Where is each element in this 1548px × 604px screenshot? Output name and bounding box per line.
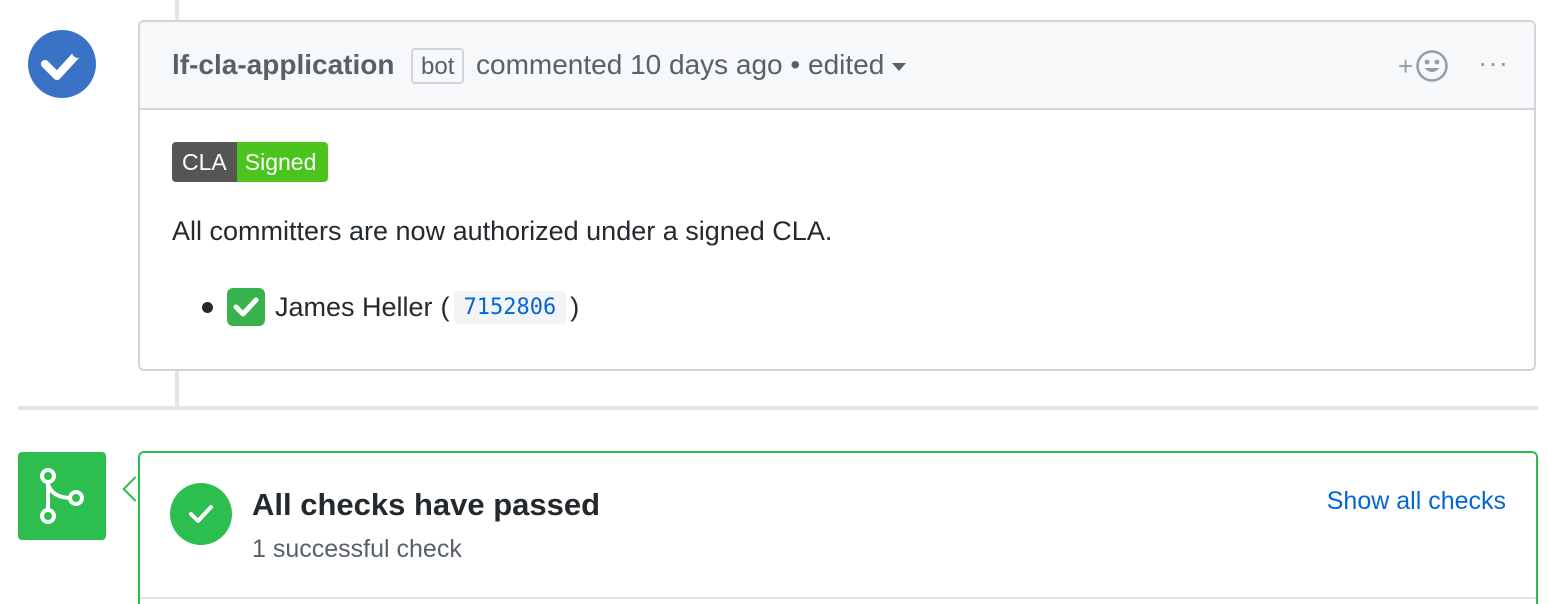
pull-request-timeline: lf-cla-application bot commented 10 days… xyxy=(0,0,1548,604)
bullet-icon xyxy=(202,301,213,313)
bot-avatar[interactable] xyxy=(28,30,96,98)
checks-status-box: All checks have passed 1 successful chec… xyxy=(138,451,1538,604)
checks-title: All checks have passed xyxy=(252,487,601,522)
add-reaction-button[interactable]: + xyxy=(1398,48,1449,84)
show-all-checks-link[interactable]: Show all checks xyxy=(1327,487,1506,516)
comment-box: lf-cla-application bot commented 10 days… xyxy=(138,20,1536,371)
commit-sha-link[interactable]: 7152806 xyxy=(453,290,567,324)
badge-label-left: CLA xyxy=(172,142,237,182)
timeline-line-top xyxy=(175,0,179,20)
badge-label-right: Signed xyxy=(236,142,329,182)
comment-meta: commented 10 days ago • edited xyxy=(476,48,907,82)
timeline-line-bottom xyxy=(175,371,179,406)
git-merge-icon xyxy=(18,452,106,540)
checks-subtitle: 1 successful check xyxy=(252,535,462,563)
more-options-button[interactable]: ··· xyxy=(1478,46,1509,80)
comment-header: lf-cla-application bot commented 10 days… xyxy=(140,22,1534,110)
bot-label: bot xyxy=(411,48,465,84)
committer-name: James Heller xyxy=(275,291,433,322)
smiley-icon xyxy=(1416,50,1448,82)
open-paren: ( xyxy=(440,291,450,322)
reaction-plus-label: + xyxy=(1398,50,1414,81)
comment-meta-text[interactable]: commented 10 days ago • edited xyxy=(476,49,884,80)
comment-text: All committers are now authorized under … xyxy=(172,216,833,246)
checkmark-icon xyxy=(41,46,84,80)
timeline-separator xyxy=(18,406,1538,410)
close-paren: ) xyxy=(570,291,580,322)
checks-passed-icon xyxy=(170,483,232,545)
committer-list-item: James Heller ( 7152806 ) xyxy=(202,288,579,326)
cla-status-badge[interactable]: CLA Signed xyxy=(172,142,329,182)
comment-author-link[interactable]: lf-cla-application xyxy=(172,48,394,82)
comment-body: CLA Signed All committers are now author… xyxy=(172,142,1504,326)
check-mark-button-icon xyxy=(227,288,265,326)
checks-divider xyxy=(140,597,1536,599)
edit-history-caret-icon[interactable] xyxy=(892,62,907,71)
